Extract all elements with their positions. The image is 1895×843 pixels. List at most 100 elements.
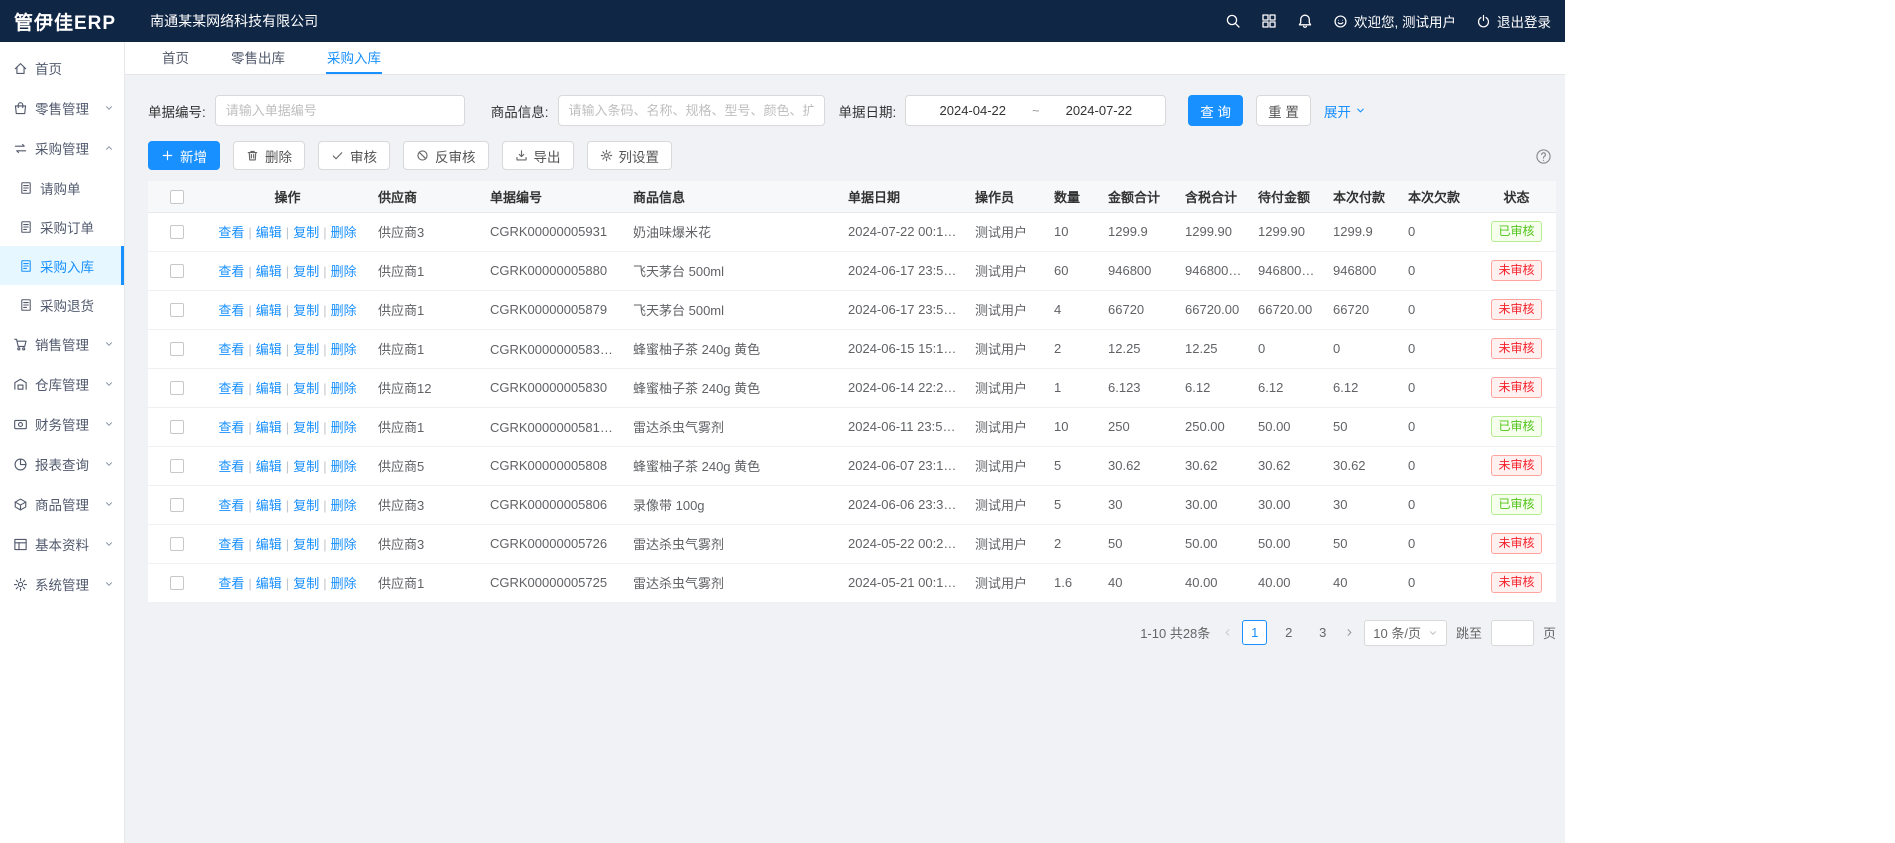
bill-no-input[interactable] <box>215 95 465 126</box>
row-action-edit[interactable]: 编辑 <box>256 498 282 513</box>
row-action-edit[interactable]: 编辑 <box>256 576 282 591</box>
row-action-copy[interactable]: 复制 <box>293 459 319 474</box>
row-action-view[interactable]: 查看 <box>218 225 244 240</box>
next-page-button[interactable] <box>1344 627 1355 638</box>
page-number-3[interactable]: 3 <box>1310 620 1335 645</box>
bell-icon[interactable] <box>1297 13 1313 29</box>
doc-icon <box>19 259 33 273</box>
page-number-1[interactable]: 1 <box>1242 620 1267 645</box>
sidebar-item-system[interactable]: 系统管理 <box>0 564 124 604</box>
row-action-edit[interactable]: 编辑 <box>256 537 282 552</box>
row-action-delete[interactable]: 删除 <box>331 342 357 357</box>
row-action-delete[interactable]: 删除 <box>331 537 357 552</box>
unaudit-button[interactable]: 反审核 <box>403 141 489 170</box>
sidebar-item-retail[interactable]: 零售管理 <box>0 88 124 128</box>
sidebar-item-purchase[interactable]: 采购管理 <box>0 128 124 168</box>
row-action-delete[interactable]: 删除 <box>331 381 357 396</box>
user-welcome[interactable]: 欢迎您, 测试用户 <box>1333 11 1456 31</box>
logout-button[interactable]: 退出登录 <box>1476 11 1551 31</box>
tab-home[interactable]: 首页 <box>161 42 190 74</box>
sidebar-item-finance[interactable]: 财务管理 <box>0 404 124 444</box>
sidebar-subitem-purchase-inbound[interactable]: 采购入库 <box>0 246 124 285</box>
row-action-view[interactable]: 查看 <box>218 420 244 435</box>
row-action-delete[interactable]: 删除 <box>331 225 357 240</box>
row-action-delete[interactable]: 删除 <box>331 459 357 474</box>
row-action-view[interactable]: 查看 <box>218 576 244 591</box>
row-checkbox[interactable] <box>170 420 184 434</box>
jump-page-input[interactable] <box>1491 620 1534 646</box>
cell-payable: 0 <box>1250 329 1325 368</box>
row-action-copy[interactable]: 复制 <box>293 498 319 513</box>
row-action-copy[interactable]: 复制 <box>293 225 319 240</box>
sidebar-item-home[interactable]: 首页 <box>0 48 124 88</box>
tab-retail-outbound[interactable]: 零售出库 <box>230 42 286 74</box>
row-action-edit[interactable]: 编辑 <box>256 420 282 435</box>
sidebar-item-reports[interactable]: 报表查询 <box>0 444 124 484</box>
row-action-edit[interactable]: 编辑 <box>256 225 282 240</box>
apps-icon[interactable] <box>1261 13 1277 29</box>
row-checkbox[interactable] <box>170 498 184 512</box>
row-action-edit[interactable]: 编辑 <box>256 381 282 396</box>
sidebar-item-goods[interactable]: 商品管理 <box>0 484 124 524</box>
sidebar-subitem-purchase-request[interactable]: 请购单 <box>0 168 124 207</box>
row-action-edit[interactable]: 编辑 <box>256 342 282 357</box>
row-action-copy[interactable]: 复制 <box>293 303 319 318</box>
trash-icon <box>246 149 259 162</box>
column-header: 商品信息 <box>625 181 840 212</box>
sidebar-item-sales[interactable]: 销售管理 <box>0 324 124 364</box>
row-action-view[interactable]: 查看 <box>218 303 244 318</box>
row-action-delete[interactable]: 删除 <box>331 264 357 279</box>
sidebar-item-basic-data[interactable]: 基本资料 <box>0 524 124 564</box>
row-action-view[interactable]: 查看 <box>218 537 244 552</box>
select-all-checkbox[interactable] <box>170 190 184 204</box>
prev-page-button[interactable] <box>1222 627 1233 638</box>
row-checkbox[interactable] <box>170 342 184 356</box>
row-action-edit[interactable]: 编辑 <box>256 264 282 279</box>
row-action-copy[interactable]: 复制 <box>293 576 319 591</box>
date-range-picker[interactable]: 2024-04-22 ~ 2024-07-22 <box>905 95 1166 126</box>
row-action-view[interactable]: 查看 <box>218 459 244 474</box>
row-checkbox[interactable] <box>170 576 184 590</box>
tab-purchase-inbound[interactable]: 采购入库 <box>326 42 382 74</box>
sidebar-subitem-label: 采购退货 <box>40 295 94 315</box>
column-settings-button[interactable]: 列设置 <box>587 141 673 170</box>
delete-button[interactable]: 删除 <box>233 141 305 170</box>
cell-supplier: 供应商3 <box>370 524 482 563</box>
row-action-copy[interactable]: 复制 <box>293 342 319 357</box>
row-action-delete[interactable]: 删除 <box>331 576 357 591</box>
row-action-delete[interactable]: 删除 <box>331 303 357 318</box>
row-checkbox[interactable] <box>170 381 184 395</box>
row-action-delete[interactable]: 删除 <box>331 420 357 435</box>
sidebar-subitem-purchase-order[interactable]: 采购订单 <box>0 207 124 246</box>
row-action-view[interactable]: 查看 <box>218 264 244 279</box>
row-action-edit[interactable]: 编辑 <box>256 303 282 318</box>
row-action-copy[interactable]: 复制 <box>293 420 319 435</box>
doc-icon <box>19 181 33 195</box>
page-size-select[interactable]: 10 条/页 <box>1364 620 1447 646</box>
reset-button[interactable]: 重 置 <box>1256 95 1311 126</box>
row-action-view[interactable]: 查看 <box>218 381 244 396</box>
row-checkbox[interactable] <box>170 225 184 239</box>
export-button[interactable]: 导出 <box>502 141 574 170</box>
sidebar-item-warehouse[interactable]: 仓库管理 <box>0 364 124 404</box>
page-number-2[interactable]: 2 <box>1276 620 1301 645</box>
row-checkbox[interactable] <box>170 537 184 551</box>
row-action-copy[interactable]: 复制 <box>293 537 319 552</box>
row-action-copy[interactable]: 复制 <box>293 264 319 279</box>
audit-button[interactable]: 审核 <box>318 141 390 170</box>
row-action-edit[interactable]: 编辑 <box>256 459 282 474</box>
product-input[interactable] <box>558 95 825 126</box>
expand-link[interactable]: 展开 <box>1324 101 1366 121</box>
search-icon[interactable] <box>1225 13 1241 29</box>
sidebar-subitem-purchase-return[interactable]: 采购退货 <box>0 285 124 324</box>
add-button[interactable]: 新增 <box>148 141 220 170</box>
row-checkbox[interactable] <box>170 459 184 473</box>
row-checkbox[interactable] <box>170 303 184 317</box>
row-action-view[interactable]: 查看 <box>218 498 244 513</box>
row-action-view[interactable]: 查看 <box>218 342 244 357</box>
row-action-delete[interactable]: 删除 <box>331 498 357 513</box>
help-icon[interactable] <box>1535 148 1552 165</box>
row-checkbox[interactable] <box>170 264 184 278</box>
row-action-copy[interactable]: 复制 <box>293 381 319 396</box>
search-button[interactable]: 查 询 <box>1188 95 1243 126</box>
